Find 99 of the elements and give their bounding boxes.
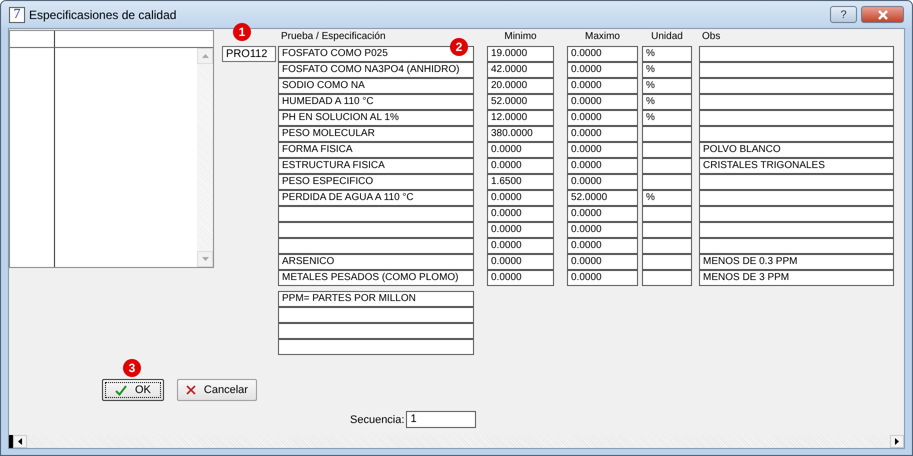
minimum-field[interactable]: 380.0000 xyxy=(487,126,554,142)
spec-field[interactable] xyxy=(278,222,474,238)
observation-field[interactable] xyxy=(699,94,894,110)
maximum-field[interactable]: 0.0000 xyxy=(567,142,638,158)
sequence-label: Secuencia: xyxy=(350,414,404,426)
minimum-field[interactable]: 0.0000 xyxy=(487,190,554,206)
minimum-field[interactable]: 52.0000 xyxy=(487,94,554,110)
window-title: Especificasiones de calidad xyxy=(29,8,176,22)
spec-field[interactable]: HUMEDAD A 110 °C xyxy=(278,94,474,110)
list-box[interactable] xyxy=(9,30,214,268)
unit-field[interactable] xyxy=(642,222,692,238)
unit-field[interactable] xyxy=(642,238,692,254)
minimum-field[interactable]: 42.0000 xyxy=(487,62,554,78)
maximum-field[interactable]: 0.0000 xyxy=(567,158,638,174)
unit-field[interactable]: % xyxy=(642,62,692,78)
maximum-field[interactable]: 0.0000 xyxy=(567,174,638,190)
spec-field[interactable]: ESTRUCTURA FISICA xyxy=(278,158,474,174)
minimum-field[interactable]: 0.0000 xyxy=(487,254,554,270)
checkmark-icon xyxy=(115,384,127,396)
maximum-field[interactable]: 0.0000 xyxy=(567,238,638,254)
unit-field[interactable]: % xyxy=(642,110,692,126)
observation-field[interactable] xyxy=(699,62,894,78)
close-icon xyxy=(876,10,888,20)
maximum-field[interactable]: 0.0000 xyxy=(567,110,638,126)
note-field[interactable] xyxy=(278,339,474,355)
observation-field[interactable] xyxy=(699,238,894,254)
maximum-field[interactable]: 0.0000 xyxy=(567,62,638,78)
observation-field[interactable] xyxy=(699,46,894,62)
column-header: Minimo xyxy=(503,30,538,44)
spec-field[interactable]: PH EN SOLUCION AL 1% xyxy=(278,110,474,126)
note-field[interactable] xyxy=(278,307,474,323)
column-header: Maximo xyxy=(584,30,621,44)
spec-field[interactable]: FOSFATO COMO NA3PO4 (ANHIDRO) xyxy=(278,62,474,78)
maximum-field[interactable]: 0.0000 xyxy=(567,206,638,222)
column-header: Obs xyxy=(701,30,722,44)
ok-button[interactable]: OK xyxy=(102,379,164,401)
minimum-field[interactable]: 0.0000 xyxy=(487,206,554,222)
spec-field[interactable]: METALES PESADOS (COMO PLOMO) xyxy=(278,270,474,286)
spec-field[interactable]: FORMA FISICA xyxy=(278,142,474,158)
horizontal-scrollbar[interactable] xyxy=(9,435,904,448)
spec-field[interactable]: SODIO COMO NA xyxy=(278,78,474,94)
unit-field[interactable]: % xyxy=(642,78,692,94)
sequence-field[interactable]: 1 xyxy=(406,411,476,428)
spec-field[interactable]: PERDIDA DE AGUA A 110 °C xyxy=(278,190,474,206)
minimum-field[interactable]: 0.0000 xyxy=(487,142,554,158)
minimum-field[interactable]: 0.0000 xyxy=(487,270,554,286)
minimum-field[interactable]: 0.0000 xyxy=(487,238,554,254)
minimum-field[interactable]: 20.0000 xyxy=(487,78,554,94)
unit-field[interactable]: % xyxy=(642,46,692,62)
observation-field[interactable]: POLVO BLANCO xyxy=(699,142,894,158)
spec-field[interactable]: PESO MOLECULAR xyxy=(278,126,474,142)
unit-field[interactable] xyxy=(642,142,692,158)
unit-field[interactable] xyxy=(642,126,692,142)
observation-field[interactable]: MENOS DE 3 PPM xyxy=(699,270,894,286)
unit-field[interactable]: % xyxy=(642,190,692,206)
help-button[interactable]: ? xyxy=(830,6,857,23)
observation-field[interactable] xyxy=(699,190,894,206)
spec-field[interactable]: PESO ESPECIFICO xyxy=(278,174,474,190)
minimum-field[interactable]: 19.0000 xyxy=(487,46,554,62)
observation-field[interactable] xyxy=(699,222,894,238)
app-icon: 7 xyxy=(9,6,25,22)
unit-field[interactable] xyxy=(642,270,692,286)
close-button[interactable] xyxy=(861,6,904,23)
observation-field[interactable]: MENOS DE 0.3 PPM xyxy=(699,254,894,270)
maximum-field[interactable]: 0.0000 xyxy=(567,78,638,94)
unit-field[interactable] xyxy=(642,174,692,190)
cancel-button[interactable]: Cancelar xyxy=(176,379,257,401)
unit-field[interactable] xyxy=(642,158,692,174)
minimum-field[interactable]: 1.6500 xyxy=(487,174,554,190)
spec-field[interactable] xyxy=(278,206,474,222)
minimum-field[interactable]: 0.0000 xyxy=(487,222,554,238)
observation-field[interactable]: CRISTALES TRIGONALES xyxy=(699,158,894,174)
spec-field[interactable]: ARSENICO xyxy=(278,254,474,270)
scroll-left-icon[interactable] xyxy=(13,435,27,448)
column-header: Unidad xyxy=(650,30,684,44)
observation-field[interactable] xyxy=(699,206,894,222)
unit-field[interactable] xyxy=(642,206,692,222)
unit-field[interactable] xyxy=(642,254,692,270)
minimum-field[interactable]: 12.0000 xyxy=(487,110,554,126)
maximum-field[interactable]: 0.0000 xyxy=(567,222,638,238)
column-header: Prueba / Especificación xyxy=(280,30,387,44)
observation-field[interactable] xyxy=(699,110,894,126)
maximum-field[interactable]: 0.0000 xyxy=(567,270,638,286)
observation-field[interactable] xyxy=(699,78,894,94)
unit-field[interactable]: % xyxy=(642,94,692,110)
code-field[interactable]: PRO112 xyxy=(222,46,276,62)
observation-field[interactable] xyxy=(699,174,894,190)
observation-field[interactable] xyxy=(699,126,894,142)
cross-icon xyxy=(186,385,196,395)
maximum-field[interactable]: 0.0000 xyxy=(567,46,638,62)
minimum-field[interactable]: 0.0000 xyxy=(487,158,554,174)
maximum-field[interactable]: 0.0000 xyxy=(567,254,638,270)
maximum-field[interactable]: 0.0000 xyxy=(567,126,638,142)
maximum-field[interactable]: 52.0000 xyxy=(567,190,638,206)
scroll-right-icon[interactable] xyxy=(890,435,904,448)
maximum-field[interactable]: 0.0000 xyxy=(567,94,638,110)
spec-field[interactable] xyxy=(278,238,474,254)
note-field[interactable] xyxy=(278,323,474,339)
note-field[interactable]: PPM= PARTES POR MILLON xyxy=(278,291,474,307)
